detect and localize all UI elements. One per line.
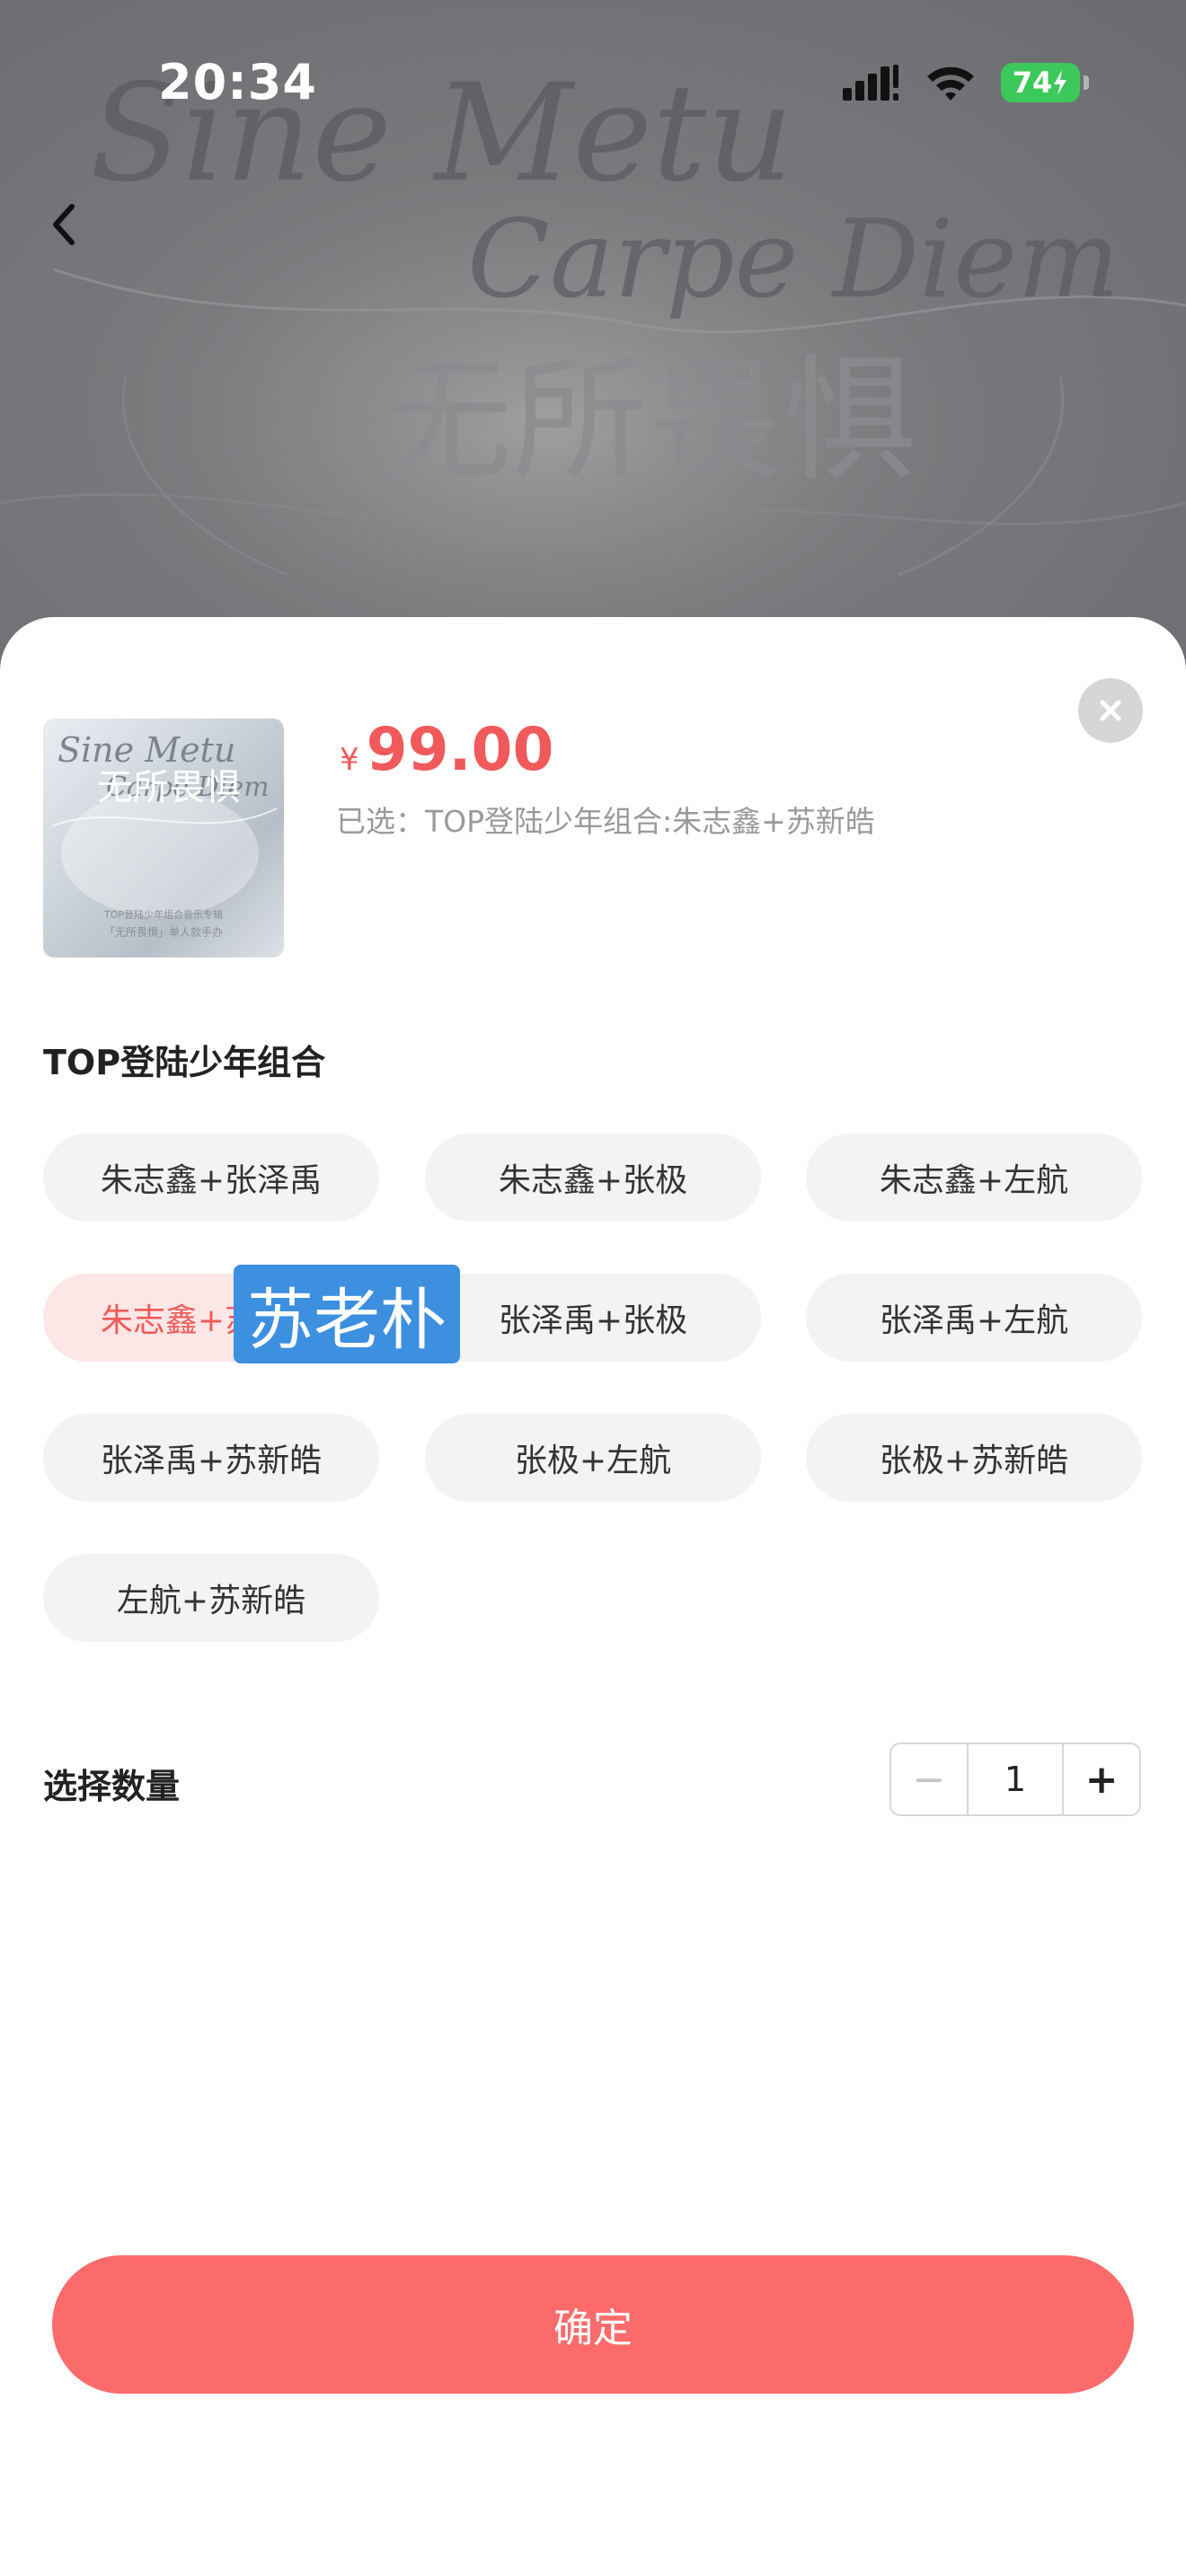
confirm-button[interactable]: 确定 (52, 2255, 1134, 2394)
close-icon (1100, 700, 1121, 721)
increase-button[interactable]: + (1064, 1744, 1139, 1814)
option-chip[interactable]: 朱志鑫+左航 (806, 1134, 1142, 1222)
status-time: 20:34 (158, 54, 317, 110)
text-overlay-label: 苏老朴 (234, 1265, 460, 1363)
option-chip[interactable]: 朱志鑫+张泽禹 (43, 1134, 379, 1222)
close-button[interactable] (1078, 678, 1143, 743)
wifi-icon (927, 66, 974, 101)
option-group-title: TOP登陆少年组合 (43, 1043, 326, 1082)
thumbnail-art: Sine Metu Carpe Diem 无所畏惧 TOP登陆少年组合音乐专辑 … (51, 730, 278, 939)
bg-title-line2: Carpe Diem (467, 198, 1120, 322)
battery-icon: 74 (1001, 63, 1089, 102)
thumb-title-line1: Sine Metu (58, 730, 235, 770)
currency-symbol: ¥ (340, 742, 359, 778)
price-value: 99.00 (366, 715, 554, 784)
option-chip[interactable]: 左航+苏新皓 (43, 1554, 379, 1642)
back-chevron-icon[interactable] (41, 199, 92, 250)
option-chip[interactable]: 张泽禹+张极 (425, 1274, 761, 1362)
charging-bolt-icon (1054, 70, 1067, 95)
product-thumbnail: Sine Metu Carpe Diem 无所畏惧 TOP登陆少年组合音乐专辑 … (43, 719, 284, 957)
option-chip[interactable]: 张极+左航 (425, 1414, 761, 1502)
album-background: Sine Metu Carpe Diem 无所畏惧 20:34 74 (0, 0, 1186, 683)
thumb-caption-1: TOP登陆少年组合音乐专辑 (103, 908, 223, 921)
cellular-signal-icon (843, 65, 898, 101)
bg-cn-title: 无所畏惧 (377, 343, 916, 499)
thumb-caption-2: 「无所畏惧」单人款手办 (104, 925, 223, 939)
option-chip[interactable]: 张泽禹+左航 (806, 1274, 1142, 1362)
selected-summary: 已选：TOP登陆少年组合:朱志鑫+苏新皓 (336, 804, 875, 839)
option-chip[interactable]: 张极+苏新皓 (806, 1414, 1142, 1502)
decrease-button[interactable]: − (891, 1744, 967, 1814)
battery-level: 74 (1012, 66, 1053, 100)
quantity-value[interactable]: 1 (967, 1744, 1064, 1814)
status-icons: 74 (843, 63, 1089, 102)
price: ¥ 99.00 (340, 715, 553, 784)
quantity-label: 选择数量 (43, 1767, 181, 1806)
quantity-stepper: − 1 + (890, 1742, 1141, 1816)
thumb-cn-title: 无所畏惧 (97, 767, 241, 808)
option-chip[interactable]: 朱志鑫+张极 (425, 1134, 761, 1222)
option-chip[interactable]: 张泽禹+苏新皓 (43, 1414, 379, 1502)
